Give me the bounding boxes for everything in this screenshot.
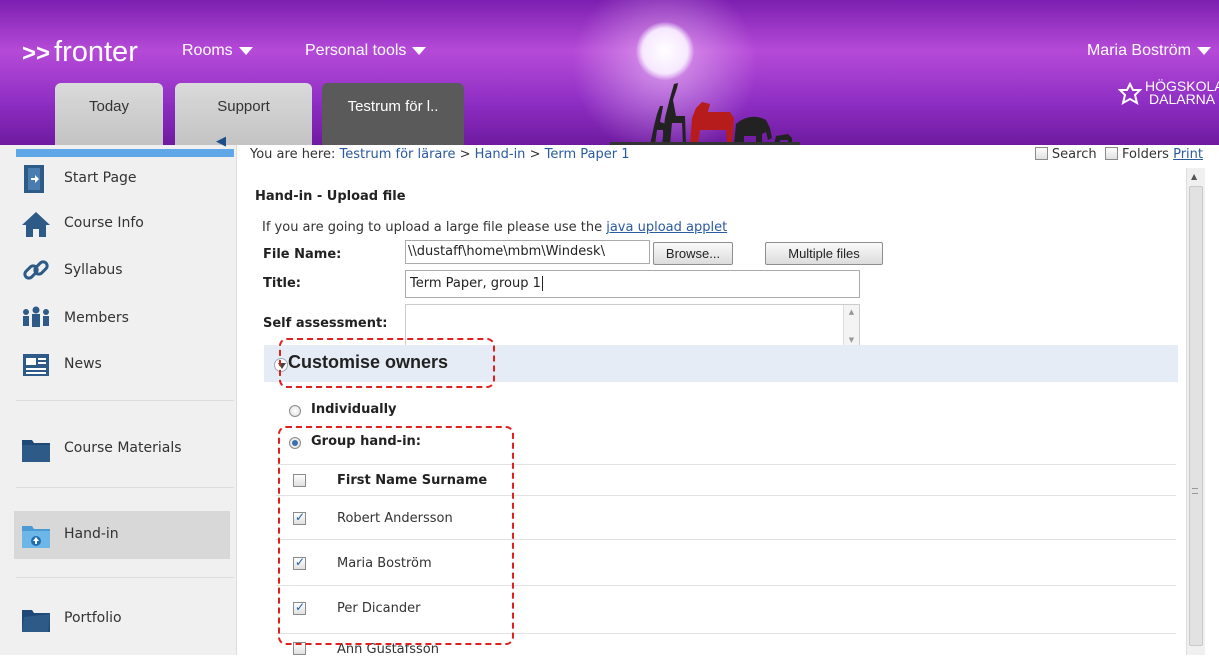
breadcrumb-separator: >: [459, 147, 471, 162]
self-assessment-label: Self assessment:: [263, 316, 388, 331]
sidebar-item-label: Portfolio: [64, 610, 122, 626]
textarea-scrollbar[interactable]: ▲ ▼: [843, 305, 859, 347]
sidebar-item-portfolio[interactable]: Portfolio: [0, 597, 237, 641]
multiple-files-button[interactable]: Multiple files: [765, 242, 883, 265]
institution-logo[interactable]: HÖGSKOLAN DALARNA: [1145, 79, 1219, 107]
folder-upload-icon: [22, 526, 50, 548]
tab-testrum[interactable]: Testrum för l..: [322, 83, 464, 145]
sidebar-item-news[interactable]: News: [0, 343, 237, 387]
sidebar-item-label: Hand-in: [64, 526, 119, 542]
app-header: >> fronter Rooms Personal tools Maria Bos…: [0, 0, 1219, 145]
annotation-highlight-customise: [279, 338, 495, 388]
moon: [636, 22, 694, 80]
chevron-down-icon: [1197, 46, 1211, 55]
page-scrollbar[interactable]: ▲: [1186, 168, 1205, 655]
file-name-label: File Name:: [263, 247, 342, 262]
folder-icon: [22, 440, 50, 462]
personal-tools-menu[interactable]: Personal tools: [305, 42, 427, 60]
breadcrumb-link-testrum[interactable]: Testrum för lärare: [340, 147, 456, 162]
personal-tools-label: Personal tools: [305, 42, 407, 59]
sidebar-item-syllabus[interactable]: Syllabus: [0, 249, 237, 293]
chevron-down-icon: [412, 46, 427, 55]
individually-radio[interactable]: [289, 405, 301, 417]
sidebar-item-label: Course Materials: [64, 440, 182, 456]
user-name: Maria Boström: [1086, 42, 1191, 59]
annotation-highlight-group: [278, 426, 514, 645]
text-cursor: [541, 276, 543, 291]
sidebar-item-label: News: [64, 356, 102, 372]
sidebar-divider: [16, 577, 234, 578]
sidebar: ◀ Start Page Course Info Syllabus Member…: [0, 134, 237, 655]
breadcrumb-separator: >: [529, 147, 541, 162]
sidebar-item-course-materials[interactable]: Course Materials: [0, 427, 237, 471]
breadcrumb-link-term-paper[interactable]: Term Paper 1: [545, 147, 630, 162]
breadcrumb-link-hand-in[interactable]: Hand-in: [475, 147, 526, 162]
breadcrumb: You are here: Testrum för lärare > Hand-…: [250, 147, 629, 162]
collapse-arrow-icon[interactable]: ◀: [216, 134, 226, 149]
door-icon: [24, 165, 44, 193]
rooms-menu-label: Rooms: [182, 42, 233, 59]
scroll-up-icon[interactable]: ▲: [1191, 172, 1197, 181]
animal-silhouette-icon: [610, 83, 800, 145]
individually-label: Individually: [311, 402, 397, 417]
sidebar-item-start-page[interactable]: Start Page: [0, 157, 237, 201]
chain-link-icon: [23, 260, 49, 280]
sidebar-item-label: Course Info: [64, 215, 144, 231]
title-label: Title:: [263, 276, 302, 291]
hint-text: If you are going to upload a large file …: [262, 220, 603, 235]
folders-label: Folders: [1122, 147, 1169, 162]
house-icon: [22, 212, 50, 237]
title-value: Term Paper, group 1: [410, 276, 541, 291]
chevron-down-icon: [238, 46, 253, 55]
tab-today[interactable]: Today: [55, 83, 163, 145]
print-link[interactable]: Print: [1173, 147, 1203, 162]
tab-testrum-label: Testrum för l..: [347, 98, 439, 115]
crown-icon: [1118, 82, 1142, 106]
institution-line-2: DALARNA: [1149, 91, 1216, 107]
scrollbar-grip-icon: [1192, 488, 1198, 494]
sidebar-item-hand-in[interactable]: Hand-in: [14, 511, 230, 559]
search-label: Search: [1051, 147, 1097, 162]
hand-in-form: Hand-in - Upload file If you are going t…: [246, 178, 1186, 657]
breadcrumb-prefix: You are here:: [250, 147, 336, 162]
sidebar-item-members[interactable]: Members: [0, 297, 237, 341]
file-name-field[interactable]: \\dustaff\home\mbm\Windesk\: [405, 240, 650, 264]
logo-arrows: >>: [22, 40, 51, 67]
section-title: Hand-in - Upload file: [255, 189, 406, 204]
user-menu[interactable]: Maria Boström: [1087, 42, 1211, 60]
people-icon: [23, 306, 49, 327]
java-upload-applet-link[interactable]: java upload applet: [606, 220, 727, 235]
sidebar-item-course-info[interactable]: Course Info: [0, 202, 237, 246]
upload-hint: If you are going to upload a large file …: [262, 220, 727, 235]
sidebar-divider: [16, 487, 234, 488]
fronter-logo[interactable]: >> fronter: [22, 36, 138, 69]
sidebar-item-label: Start Page: [64, 170, 137, 186]
sidebar-divider: [16, 400, 234, 401]
tab-today-label: Today: [88, 98, 130, 115]
folders-checkbox[interactable]: [1104, 147, 1118, 160]
scrollbar-thumb[interactable]: [1189, 186, 1203, 646]
sidebar-item-label: Syllabus: [64, 262, 123, 278]
search-checkbox[interactable]: [1034, 147, 1048, 160]
rooms-menu[interactable]: Rooms: [182, 42, 253, 60]
sidebar-collapse-bar[interactable]: [16, 149, 234, 157]
title-input[interactable]: Term Paper, group 1: [405, 270, 860, 298]
newspaper-icon: [23, 354, 49, 376]
tab-support-label: Support: [217, 98, 270, 115]
portfolio-folder-icon: [22, 610, 50, 632]
logo-text: fronter: [54, 36, 138, 68]
sidebar-item-label: Members: [64, 310, 129, 326]
tab-support[interactable]: Support: [175, 83, 312, 145]
top-right-tools: Search Folders Print: [1034, 147, 1203, 162]
browse-button[interactable]: Browse...: [653, 242, 733, 265]
